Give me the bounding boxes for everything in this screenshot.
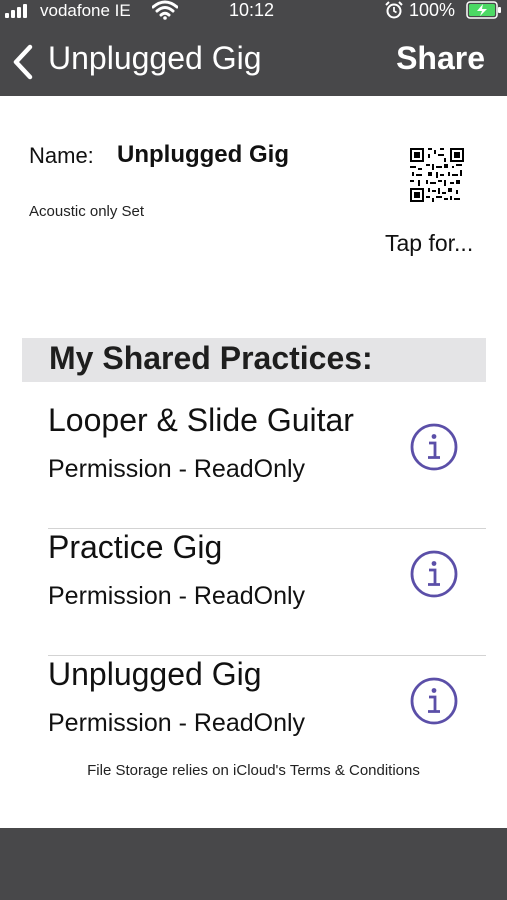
footer-note: File Storage relies on iCloud's Terms & … [87, 762, 420, 779]
section-title: My Shared Practices: [49, 340, 373, 376]
practice-row[interactable]: Unplugged Gig Permission - ReadOnly [0, 656, 507, 756]
practice-row[interactable]: Practice Gig Permission - ReadOnly [0, 529, 507, 656]
section-header: My Shared Practices: [22, 338, 486, 382]
practice-permission: Permission - ReadOnly [48, 455, 306, 483]
wifi-icon [152, 0, 178, 20]
battery-charging-icon [466, 1, 501, 19]
status-time: 10:12 [229, 0, 275, 20]
practice-title: Practice Gig [48, 529, 223, 565]
share-button[interactable]: Share [396, 40, 485, 77]
bottom-bar [0, 828, 507, 900]
nav-title[interactable]: Unplugged Gig [48, 40, 261, 77]
practice-title: Unplugged Gig [48, 656, 262, 692]
chevron-left-icon[interactable] [8, 42, 38, 82]
app-header: vodafone IE 10:12 100% Unplugged Gig Sha… [0, 0, 507, 96]
qr-code-icon[interactable] [410, 148, 464, 202]
description-text: Acoustic only Set [29, 203, 145, 220]
battery-percent: 100% [409, 0, 456, 20]
name-value: Unplugged Gig [117, 141, 289, 168]
carrier-name: vodafone IE [40, 1, 131, 20]
name-label: Name: [29, 143, 94, 168]
signal-bars-icon [5, 4, 35, 18]
practice-permission: Permission - ReadOnly [48, 709, 306, 737]
info-icon[interactable] [409, 676, 459, 726]
info-icon[interactable] [409, 422, 459, 472]
practice-row[interactable]: Looper & Slide Guitar Permission - ReadO… [0, 402, 507, 529]
alarm-icon [385, 1, 403, 19]
info-icon[interactable] [409, 549, 459, 599]
practice-title: Looper & Slide Guitar [48, 402, 354, 438]
qr-caption[interactable]: Tap for... [385, 230, 473, 257]
practice-permission: Permission - ReadOnly [48, 582, 306, 610]
status-bar: vodafone IE 10:12 100% [0, 0, 507, 22]
